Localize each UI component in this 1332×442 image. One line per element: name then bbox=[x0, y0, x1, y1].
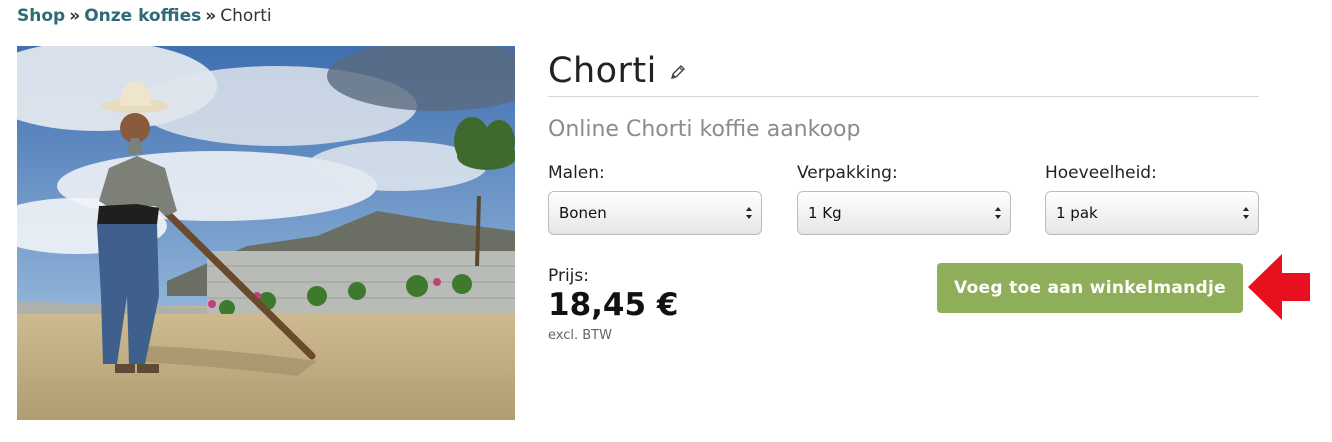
quantity-field: Hoeveelheid: 1 pak bbox=[1045, 163, 1259, 235]
quantity-label: Hoeveelheid: bbox=[1045, 163, 1157, 183]
price-tax-note: excl. BTW bbox=[548, 328, 612, 343]
breadcrumb-current: Chorti bbox=[220, 6, 272, 26]
packaging-label: Verpakking: bbox=[797, 163, 898, 183]
breadcrumb-category-link[interactable]: Onze koffies bbox=[84, 6, 201, 26]
add-to-cart-button[interactable]: Voeg toe aan winkelmandje bbox=[937, 263, 1243, 313]
quantity-select[interactable]: 1 pak bbox=[1045, 191, 1259, 235]
product-photo bbox=[17, 46, 515, 420]
select-arrows-icon bbox=[1243, 207, 1249, 219]
price-amount: 18,45 € bbox=[548, 287, 679, 323]
product-title-row: Chorti bbox=[548, 48, 1259, 97]
breadcrumb: Shop» Onze koffies» Chorti bbox=[17, 6, 272, 26]
grind-field: Malen: Bonen bbox=[548, 163, 762, 235]
grind-label: Malen: bbox=[548, 163, 605, 183]
breadcrumb-shop-link[interactable]: Shop bbox=[17, 6, 65, 26]
select-arrows-icon bbox=[995, 207, 1001, 219]
quantity-select-value: 1 pak bbox=[1056, 204, 1098, 222]
grind-select-value: Bonen bbox=[559, 204, 607, 222]
price-label: Prijs: bbox=[548, 266, 589, 286]
farmer-raking-coffee-photo bbox=[17, 46, 515, 420]
product-subtitle: Online Chorti koffie aankoop bbox=[548, 117, 861, 142]
packaging-select[interactable]: 1 Kg bbox=[797, 191, 1011, 235]
breadcrumb-separator: » bbox=[205, 6, 217, 26]
packaging-select-value: 1 Kg bbox=[808, 204, 842, 222]
breadcrumb-separator: » bbox=[69, 6, 81, 26]
pencil-icon[interactable] bbox=[670, 64, 686, 84]
grind-select[interactable]: Bonen bbox=[548, 191, 762, 235]
red-arrow-annotation-icon bbox=[1248, 254, 1310, 320]
page-title: Chorti bbox=[548, 51, 657, 91]
select-arrows-icon bbox=[746, 207, 752, 219]
packaging-field: Verpakking: 1 Kg bbox=[797, 163, 1011, 235]
